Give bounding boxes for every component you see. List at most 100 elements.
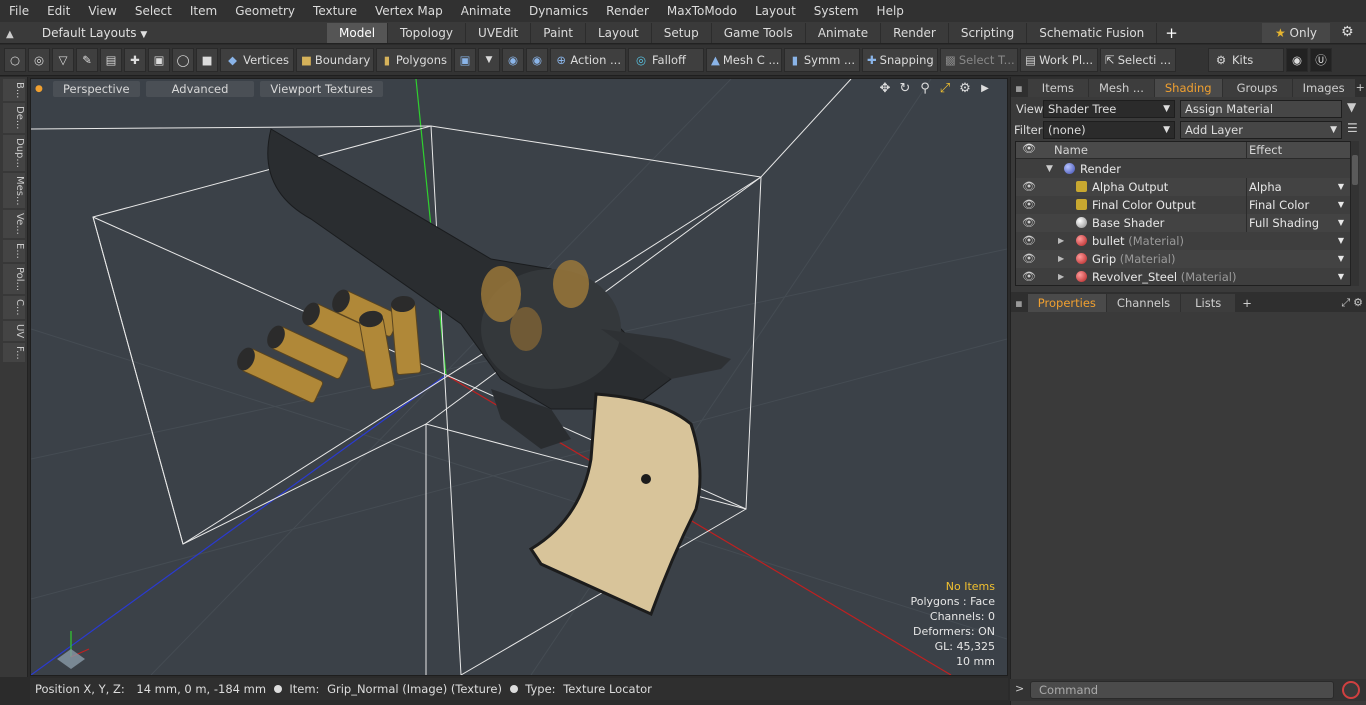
tab-properties[interactable]: Properties [1027, 294, 1106, 312]
view-dropdown[interactable]: Shader Tree ▼ [1043, 100, 1175, 118]
eye-icon[interactable]: 👁 [1020, 178, 1038, 196]
rotate-icon[interactable]: ◯ [172, 48, 194, 72]
eye-icon[interactable]: 👁 [1020, 268, 1038, 285]
eye-icon[interactable]: 👁 [1020, 232, 1038, 250]
advanced-button[interactable]: Advanced [145, 81, 255, 97]
menu-texture[interactable]: Texture [304, 0, 366, 22]
menu-file[interactable]: File [0, 0, 38, 22]
3d-viewport[interactable]: ● Perspective Advanced Viewport Textures… [30, 78, 1008, 676]
shield-icon[interactable]: ■ [196, 48, 218, 72]
tab-channels[interactable]: Channels [1106, 294, 1181, 312]
pan-icon[interactable]: ✥ [877, 81, 893, 97]
record-icon[interactable] [1342, 681, 1360, 699]
globe-icon[interactable]: ◎ [28, 48, 50, 72]
expand-arrow-icon[interactable]: ▼ [1046, 160, 1053, 178]
tab-model[interactable]: Model [327, 23, 389, 43]
move-grid-icon[interactable]: ✚ [124, 48, 146, 72]
shield-alt-icon[interactable]: ◉ [526, 48, 548, 72]
expand-arrow-icon[interactable]: ▶ [1058, 250, 1064, 268]
add-tab-icon[interactable]: + [1356, 79, 1365, 97]
list-options-icon[interactable]: ☰ [1347, 121, 1358, 135]
tab-layout[interactable]: Layout [585, 23, 652, 43]
left-tab-dup[interactable]: Dup... [3, 134, 25, 171]
snapping-button[interactable]: ✚ Snapping [862, 48, 938, 72]
circle-select-icon[interactable]: ○ [4, 48, 26, 72]
filter-dropdown[interactable]: (none) ▼ [1043, 121, 1175, 139]
tree-row-revolver-steel[interactable]: 👁 ▶ Revolver_Steel (Material) ▼ [1016, 268, 1354, 285]
only-toggle[interactable]: ★ Only [1262, 23, 1330, 43]
layout-selector[interactable]: ▲ Default Layouts ▼ [6, 22, 147, 44]
effect-column-header[interactable]: Effect [1246, 142, 1282, 159]
tab-render[interactable]: Render [881, 23, 949, 43]
menu-render[interactable]: Render [597, 0, 658, 22]
menu-view[interactable]: View [79, 0, 125, 22]
zoom-icon[interactable]: ⚲ [917, 81, 933, 97]
tab-shading[interactable]: Shading [1154, 79, 1222, 97]
menu-layout[interactable]: Layout [746, 0, 805, 22]
command-input[interactable]: Command [1030, 681, 1334, 699]
tree-row-bullet[interactable]: 👁 ▶ bullet (Material) ▼ [1016, 232, 1354, 250]
boundary-button[interactable]: ■ Boundary [296, 48, 374, 72]
tab-images[interactable]: Images [1292, 79, 1355, 97]
box-select-icon[interactable]: ▣ [148, 48, 170, 72]
gear-icon[interactable]: ⚙ [1341, 24, 1354, 40]
row-effect[interactable]: Alpha ▼ [1246, 178, 1346, 196]
expand-arrow-icon[interactable]: ▶ [1058, 268, 1064, 285]
viewport-gear-icon[interactable]: ⚙ [957, 81, 973, 97]
pen-icon[interactable]: ▽ [52, 48, 74, 72]
action-button[interactable]: ⊕ Action ... [550, 48, 626, 72]
menu-edit[interactable]: Edit [38, 0, 79, 22]
tab-game-tools[interactable]: Game Tools [711, 23, 806, 43]
row-effect[interactable]: Final Color ▼ [1246, 196, 1346, 214]
viewport-menu-dot-icon[interactable]: ● [35, 84, 45, 94]
left-tab-b[interactable]: B... [3, 79, 25, 102]
menu-maxtomodo[interactable]: MaxToModo [658, 0, 746, 22]
tab-scripting[interactable]: Scripting [948, 23, 1028, 43]
menu-select[interactable]: Select [126, 0, 181, 22]
eye-icon[interactable]: 👁 [1020, 214, 1038, 232]
menu-vertex-map[interactable]: Vertex Map [366, 0, 452, 22]
maximize-icon[interactable]: ⤢ [937, 81, 953, 97]
tab-animate[interactable]: Animate [805, 23, 882, 43]
viewport-textures-button[interactable]: Viewport Textures [260, 81, 384, 97]
tree-scrollbar-thumb[interactable] [1352, 155, 1358, 185]
work-plane-button[interactable]: ▤ Work Pl... [1020, 48, 1098, 72]
menu-item[interactable]: Item [181, 0, 226, 22]
chevron-down-icon[interactable]: ▼ [478, 48, 500, 72]
unity-icon[interactable]: ◉ [1286, 48, 1308, 72]
polygons-button[interactable]: ▮ Polygons [376, 48, 452, 72]
name-column-header[interactable]: Name [1054, 143, 1088, 157]
left-tab-mes[interactable]: Mes... [3, 172, 25, 209]
panel-gear-icon[interactable]: ⚙ [1353, 294, 1363, 312]
symmetry-button[interactable]: ▮ Symm ... [784, 48, 860, 72]
tab-lists[interactable]: Lists [1181, 294, 1236, 312]
eye-icon[interactable]: 👁 [1020, 196, 1038, 214]
falloff-button[interactable]: ◎ Falloff [628, 48, 704, 72]
tab-paint[interactable]: Paint [531, 23, 586, 43]
tree-row-render[interactable]: ▼ Render [1016, 160, 1354, 178]
add-layer-dropdown[interactable]: Add Layer ▼ [1180, 121, 1342, 139]
symmetry-shield-icon[interactable]: ◉ [502, 48, 524, 72]
panel-grip-icon[interactable]: ▪ [1011, 79, 1027, 97]
tab-schematic-fusion[interactable]: Schematic Fusion [1027, 23, 1158, 43]
left-tab-e[interactable]: E... [3, 240, 25, 262]
tab-setup[interactable]: Setup [651, 23, 712, 43]
left-tab-ve[interactable]: Ve... [3, 210, 25, 239]
menu-dynamics[interactable]: Dynamics [520, 0, 597, 22]
left-tab-uv[interactable]: UV [3, 320, 25, 341]
tree-row-grip[interactable]: 👁 ▶ Grip (Material) ▼ [1016, 250, 1354, 268]
tab-topology[interactable]: Topology [388, 23, 467, 43]
filter-funnel-icon[interactable]: ▼ [1347, 100, 1356, 114]
brush-icon[interactable]: ✎ [76, 48, 98, 72]
tree-scrollbar[interactable] [1350, 141, 1359, 286]
add-tab-icon[interactable]: + [1236, 294, 1258, 312]
align-icon[interactable]: ▤ [100, 48, 122, 72]
panel-grip-icon[interactable]: ▪ [1011, 294, 1027, 312]
menu-system[interactable]: System [805, 0, 868, 22]
left-tab-f[interactable]: F... [3, 342, 25, 363]
bullets-model[interactable] [234, 287, 422, 404]
tree-row-final-color-output[interactable]: 👁 Final Color Output Final Color ▼ [1016, 196, 1354, 214]
menu-help[interactable]: Help [868, 0, 913, 22]
tree-row-base-shader[interactable]: 👁 Base Shader Full Shading ▼ [1016, 214, 1354, 232]
command-expand-icon[interactable]: > [1015, 682, 1024, 695]
